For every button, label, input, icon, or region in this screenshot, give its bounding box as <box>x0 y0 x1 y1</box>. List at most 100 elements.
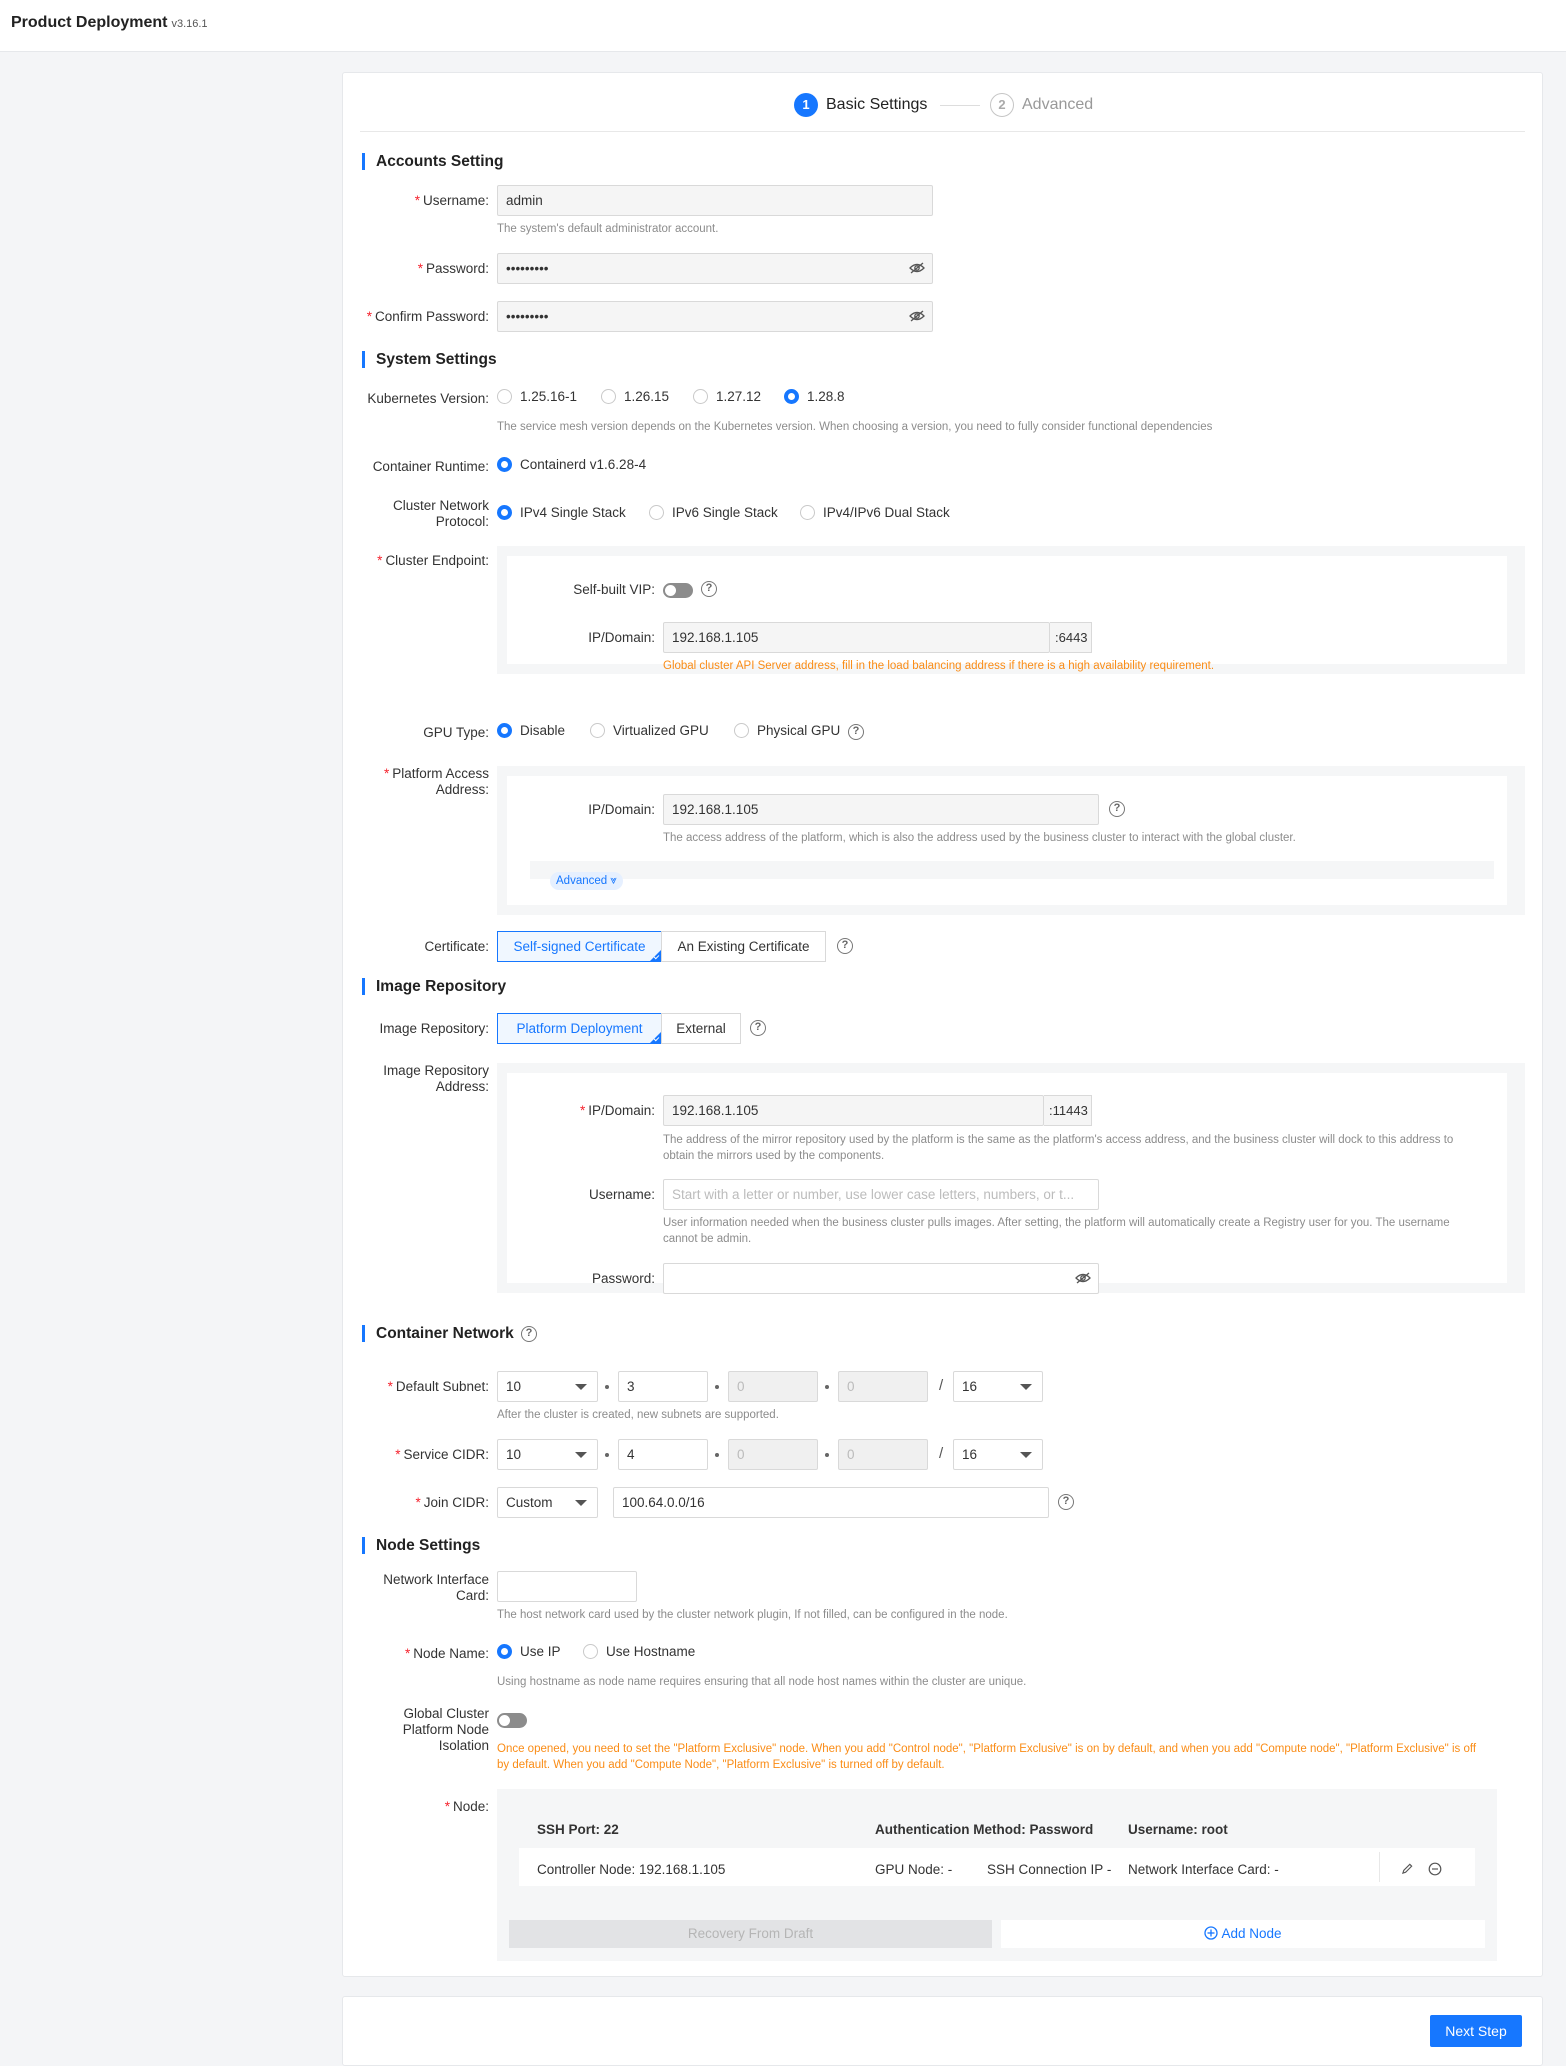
octet-separator <box>825 1385 829 1389</box>
add-node-button[interactable]: Add Node <box>1001 1920 1485 1948</box>
section-title-accounts: Accounts Setting <box>362 153 503 170</box>
auth-method-value: Authentication Method: Password <box>875 1822 1094 1837</box>
repo-ip-help-2: obtain the mirrors used by the component… <box>663 1150 885 1162</box>
repo-username-input[interactable]: Start with a letter or number, use lower… <box>663 1179 1099 1210</box>
protocol-ipv6[interactable]: IPv6 Single Stack <box>649 505 778 520</box>
image-repository-label: Image Repository: <box>379 1021 489 1036</box>
repo-address-label: Image Repository Address: <box>383 1063 489 1094</box>
join-cidr-input[interactable]: 100.64.0.0/16 <box>613 1487 1049 1518</box>
runtime-containerd[interactable]: Containerd v1.6.28-4 <box>497 457 646 472</box>
node-label: * Node: <box>444 1799 489 1814</box>
repo-username-help-2: cannot be admin. <box>663 1233 752 1245</box>
octet-separator <box>715 1385 719 1389</box>
repo-password-label: Password: <box>591 1271 655 1286</box>
chevron-down-icon <box>1020 1384 1032 1390</box>
plus-circle-icon <box>1204 1926 1219 1940</box>
node-name-use-hostname[interactable]: Use Hostname <box>583 1644 695 1659</box>
self-built-vip-toggle[interactable] <box>663 583 693 598</box>
question-mark-icon[interactable]: ? <box>750 1020 766 1036</box>
nic-input[interactable] <box>497 1571 637 1602</box>
k8s-option-4[interactable]: 1.28.8 <box>784 389 845 404</box>
node-isolation-toggle[interactable] <box>497 1713 527 1728</box>
username-input[interactable]: admin <box>497 185 933 216</box>
chevron-down-icon <box>1020 1452 1032 1458</box>
cluster-endpoint-panel <box>497 546 1525 674</box>
service-cidr-label: * Service CIDR: <box>395 1447 489 1462</box>
repo-port-suffix: :11443 <box>1044 1095 1092 1126</box>
cert-self-signed[interactable]: Self-signed Certificate <box>497 931 662 962</box>
question-mark-icon[interactable]: ? <box>837 938 853 954</box>
gpu-disable[interactable]: Disable <box>497 723 565 738</box>
certificate-label: Certificate: <box>424 939 489 954</box>
edit-icon[interactable] <box>1401 1862 1414 1875</box>
endpoint-ip-label: IP/Domain: <box>588 630 655 645</box>
question-mark-icon[interactable]: ? <box>701 581 717 597</box>
node-isolation-label: Global Cluster Platform Node Isolation <box>402 1706 489 1753</box>
remove-icon[interactable] <box>1428 1862 1442 1876</box>
nic-value: Network Interface Card: - <box>1128 1862 1279 1877</box>
eye-slash-icon[interactable] <box>909 261 925 275</box>
service-octet-4-input: 0 <box>838 1439 928 1470</box>
repo-external[interactable]: External <box>661 1013 741 1044</box>
access-ip-input[interactable]: 192.168.1.105 <box>663 794 1099 825</box>
endpoint-ip-input[interactable]: 192.168.1.105 <box>663 622 1050 653</box>
k8s-option-3[interactable]: 1.27.12 <box>693 389 761 404</box>
repo-ip-input[interactable]: 192.168.1.105 <box>663 1095 1044 1126</box>
chevron-down-icon <box>575 1452 587 1458</box>
gpu-virtualized[interactable]: Virtualized GPU <box>590 723 709 738</box>
recovery-from-draft-button[interactable]: Recovery From Draft <box>509 1920 992 1948</box>
confirm-password-input[interactable]: ••••••••• <box>497 301 933 332</box>
repo-password-input[interactable] <box>663 1263 1099 1294</box>
octet-separator <box>715 1453 719 1457</box>
gpu-physical[interactable]: Physical GPU <box>734 723 840 738</box>
access-ip-label: IP/Domain: <box>588 802 655 817</box>
default-subnet-label: * Default Subnet: <box>387 1379 489 1394</box>
node-name-use-ip[interactable]: Use IP <box>497 1644 561 1659</box>
nic-help: The host network card used by the cluste… <box>497 1609 1008 1621</box>
gpu-type-label: GPU Type: <box>423 725 489 740</box>
k8s-option-2[interactable]: 1.26.15 <box>601 389 669 404</box>
step-2-indicator[interactable]: 2 <box>990 93 1014 117</box>
question-mark-icon[interactable]: ? <box>848 724 864 740</box>
gpu-node-value: GPU Node: - <box>875 1862 953 1877</box>
subnet-octet-4-input: 0 <box>838 1371 928 1402</box>
question-mark-icon[interactable]: ? <box>1058 1494 1074 1510</box>
form-footer: Next Step <box>342 1996 1543 2066</box>
node-name-label: * Node Name: <box>404 1646 489 1661</box>
kubernetes-version-label: Kubernetes Version: <box>367 391 489 406</box>
eye-slash-icon[interactable] <box>1075 1271 1091 1285</box>
octet-separator <box>605 1453 609 1457</box>
eye-slash-icon[interactable] <box>909 309 925 323</box>
ssh-port-value: SSH Port: 22 <box>537 1822 619 1837</box>
step-2-label[interactable]: Advanced <box>1022 96 1093 114</box>
step-connector <box>940 105 980 106</box>
nic-label: Network Interface Card: <box>383 1572 489 1603</box>
next-step-button[interactable]: Next Step <box>1430 2015 1522 2047</box>
node-name-help: Using hostname as node name requires ens… <box>497 1676 1027 1688</box>
repo-ip-help-1: The address of the mirror repository use… <box>663 1134 1454 1146</box>
chevron-down-icon <box>575 1500 587 1506</box>
app-title: Product Deployment v3.16.1 <box>11 14 208 31</box>
ssh-ip-value: SSH Connection IP - <box>987 1862 1112 1877</box>
isolation-warning-2: by default. When you add "Compute Node",… <box>497 1759 945 1771</box>
protocol-dual[interactable]: IPv4/IPv6 Dual Stack <box>800 505 950 520</box>
repo-platform-deployment[interactable]: Platform Deployment <box>497 1013 662 1044</box>
top-bar: Product Deployment v3.16.1 <box>0 0 1566 52</box>
password-label: * Password: <box>417 261 489 276</box>
password-input[interactable]: ••••••••• <box>497 253 933 284</box>
endpoint-port-suffix: :6443 <box>1050 622 1092 653</box>
k8s-option-1[interactable]: 1.25.16-1 <box>497 389 577 404</box>
row-divider <box>1379 1852 1380 1882</box>
advanced-toggle-button[interactable]: Advanced ⩔ <box>550 872 623 890</box>
cert-existing[interactable]: An Existing Certificate <box>661 931 826 962</box>
question-mark-icon[interactable]: ? <box>521 1326 537 1342</box>
repo-username-help-1: User information needed when the busines… <box>663 1217 1450 1229</box>
confirm-password-label: * Confirm Password: <box>366 309 489 324</box>
protocol-ipv4[interactable]: IPv4 Single Stack <box>497 505 626 520</box>
service-octet-2-input[interactable]: 4 <box>618 1439 708 1470</box>
question-mark-icon[interactable]: ? <box>1109 801 1125 817</box>
step-1-indicator[interactable]: 1 <box>794 93 818 117</box>
step-1-label[interactable]: Basic Settings <box>826 96 927 114</box>
controller-node-value: Controller Node: 192.168.1.105 <box>537 1862 726 1877</box>
subnet-octet-2-input[interactable]: 3 <box>618 1371 708 1402</box>
